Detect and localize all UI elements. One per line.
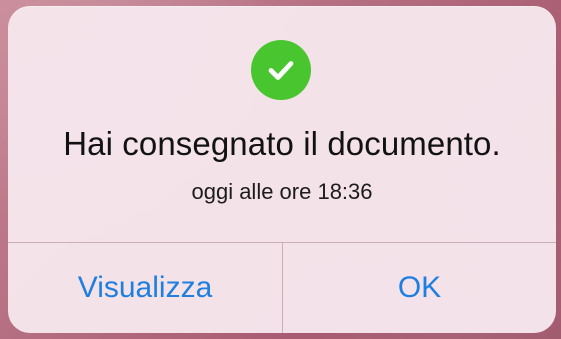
alert-content: Hai consegnato il documento. oggi alle o…: [8, 6, 556, 242]
checkmark-glyph-icon: [268, 61, 294, 80]
view-button[interactable]: Visualizza: [8, 243, 282, 333]
ok-button[interactable]: OK: [283, 243, 556, 333]
success-alert-dialog: Hai consegnato il documento. oggi alle o…: [8, 6, 556, 333]
alert-title: Hai consegnato il documento.: [63, 125, 501, 162]
check-icon: [251, 40, 311, 100]
alert-subtitle: oggi alle ore 18:36: [191, 179, 373, 204]
